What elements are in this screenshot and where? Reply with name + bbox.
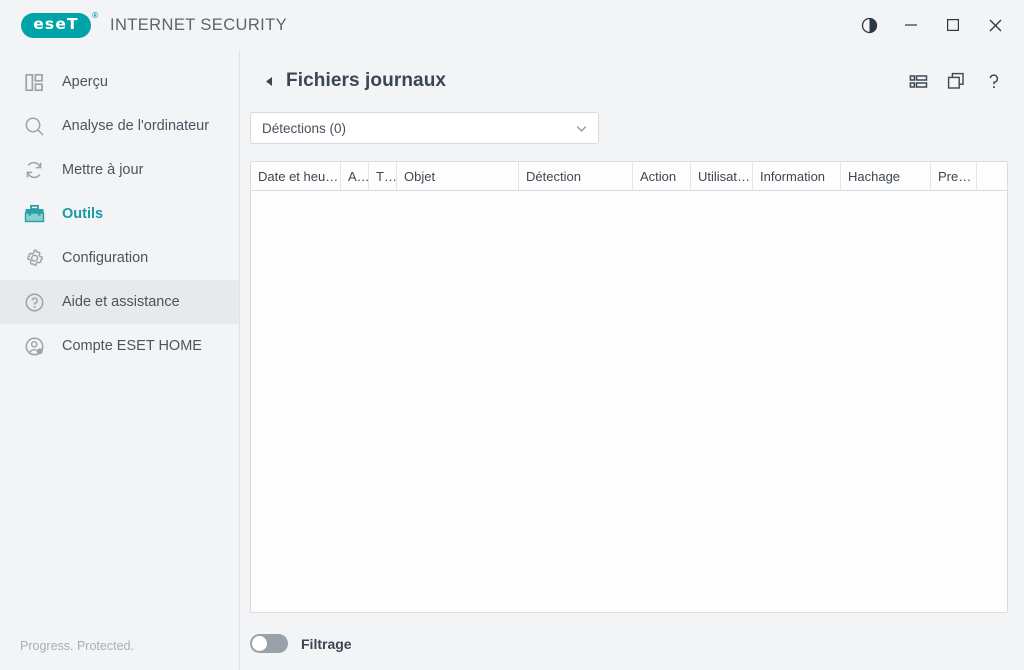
sidebar-item-label: Compte ESET HOME [62, 338, 202, 354]
close-button[interactable] [974, 0, 1016, 50]
list-view-icon [909, 74, 927, 88]
toggle-knob [252, 636, 267, 651]
filter-toggle-row: Filtrage [250, 634, 1024, 653]
table-body [251, 191, 1007, 612]
theme-contrast-icon [861, 17, 877, 33]
table-column-header[interactable]: Détection [519, 162, 633, 190]
back-button[interactable] [261, 75, 277, 88]
log-type-selected-value: Détections (0) [262, 120, 347, 136]
header-actions [905, 68, 1007, 94]
log-filter-row: Détections (0) [241, 112, 1024, 144]
maximize-icon [947, 19, 960, 32]
question-circle-icon [20, 288, 48, 316]
filtrage-toggle[interactable] [250, 634, 288, 653]
sidebar: Aperçu Analyse de l'ordinateur Mettre à … [0, 50, 240, 670]
sidebar-item-apercu[interactable]: Aperçu [0, 60, 239, 104]
table-column-header[interactable]: Information [753, 162, 841, 190]
table-column-header[interactable]: Pre… [931, 162, 977, 190]
new-window-button[interactable] [943, 68, 969, 94]
table-column-header[interactable]: A… [341, 162, 369, 190]
product-name: INTERNET SECURITY [110, 15, 288, 34]
gear-icon [20, 244, 48, 272]
main-content: Fichiers journaux Détections (0) Date et… [241, 50, 1024, 670]
sidebar-item-label: Analyse de l'ordinateur [62, 118, 210, 134]
user-circle-icon [20, 332, 48, 360]
brand: eseT ® INTERNET SECURITY [21, 0, 287, 50]
table-column-header[interactable]: T… [369, 162, 397, 190]
log-type-select[interactable]: Détections (0) [250, 112, 599, 144]
minimize-button[interactable] [890, 0, 932, 50]
list-view-button[interactable] [905, 68, 931, 94]
sidebar-item-label: Mettre à jour [62, 162, 144, 178]
minimize-icon [905, 24, 917, 26]
protection-status-text: Progress. Protected. [20, 639, 134, 653]
copy-window-icon [947, 72, 964, 89]
sidebar-item-label: Aide et assistance [62, 294, 180, 310]
table-column-header[interactable]: Objet [397, 162, 519, 190]
table-column-header[interactable]: Action [633, 162, 691, 190]
dashboard-icon [20, 68, 48, 96]
table-column-header[interactable]: Hachage [841, 162, 931, 190]
help-icon [989, 74, 999, 89]
eset-logo: eseT ® [21, 11, 98, 38]
table-column-header[interactable] [977, 162, 1007, 190]
chevron-down-icon [576, 125, 587, 132]
theme-toggle-button[interactable] [848, 0, 890, 50]
magnifier-icon [20, 112, 48, 140]
sidebar-item-label: Configuration [62, 250, 149, 266]
sidebar-item-outils[interactable]: Outils [0, 192, 239, 236]
sidebar-item-label: Aperçu [62, 74, 108, 90]
sidebar-item-configuration[interactable]: Configuration [0, 236, 239, 280]
log-table: Date et heu… A… T… Objet Détection Action Util… [250, 161, 1008, 613]
sidebar-item-mettre-a-jour[interactable]: Mettre à jour [0, 148, 239, 192]
registered-mark: ® [92, 10, 98, 20]
close-icon [989, 19, 1001, 31]
eset-logo-text: eseT [33, 15, 79, 34]
sidebar-item-aide-et-assistance[interactable]: Aide et assistance [0, 280, 239, 324]
sidebar-item-label: Outils [62, 206, 104, 222]
title-bar: eseT ® INTERNET SECURITY [0, 0, 1024, 50]
page-title: Fichiers journaux [286, 70, 447, 91]
page-header: Fichiers journaux [241, 50, 1024, 112]
toolbox-icon [20, 200, 48, 228]
sidebar-item-compte-eset-home[interactable]: Compte ESET HOME [0, 324, 239, 368]
table-header-row: Date et heu… A… T… Objet Détection Action Util… [251, 162, 1007, 191]
filtrage-label: Filtrage [301, 635, 352, 652]
table-column-header[interactable]: Date et heu… [251, 162, 341, 190]
back-arrow-icon [265, 76, 272, 86]
sidebar-item-analyse[interactable]: Analyse de l'ordinateur [0, 104, 239, 148]
maximize-button[interactable] [932, 0, 974, 50]
table-column-header[interactable]: Utilisat… [691, 162, 753, 190]
refresh-icon [20, 156, 48, 184]
window-controls [848, 0, 1024, 50]
help-button[interactable] [981, 68, 1007, 94]
